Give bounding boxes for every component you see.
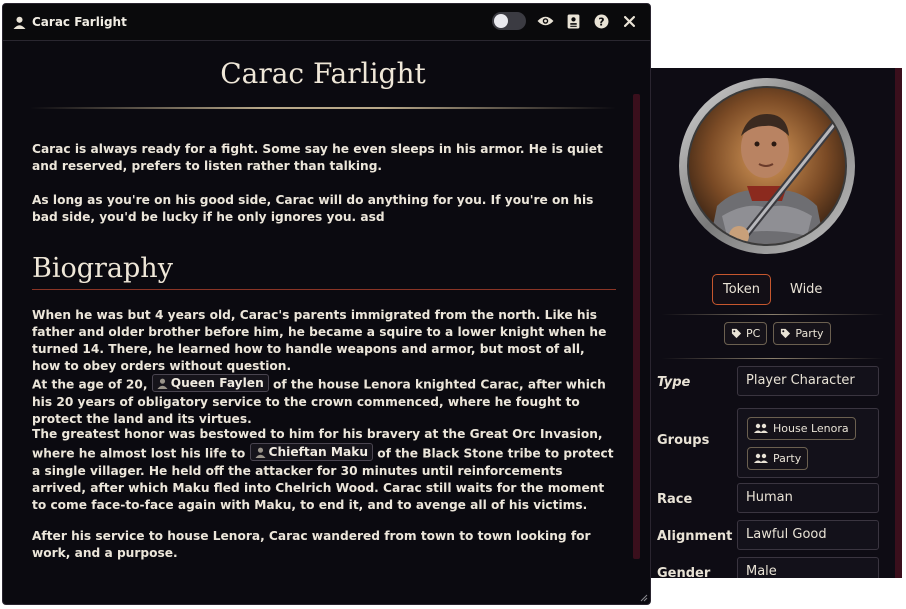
character-content: Carac Farlight Carac is always ready for… bbox=[3, 41, 643, 604]
group-chip-house-lenora[interactable]: House Lenora bbox=[747, 417, 856, 440]
tag-icon bbox=[781, 328, 791, 339]
gender-label: Gender bbox=[657, 566, 711, 578]
race-field[interactable]: Human bbox=[737, 483, 879, 513]
window-title: Carac Farlight bbox=[32, 15, 127, 29]
help-icon[interactable]: ? bbox=[592, 12, 610, 30]
type-label: Type bbox=[657, 375, 691, 390]
character-window: Carac Farlight ? Carac Farlight Carac is… bbox=[2, 3, 651, 605]
wide-view-button[interactable]: Wide bbox=[779, 274, 833, 305]
title-divider bbox=[30, 107, 616, 109]
biography-paragraph-1: When he was but 4 years old, Carac's par… bbox=[32, 308, 607, 373]
id-card-icon[interactable] bbox=[564, 12, 582, 30]
biography-heading: Biography bbox=[32, 253, 173, 284]
tag-label: Party bbox=[795, 327, 824, 340]
close-icon[interactable] bbox=[620, 12, 638, 30]
content-scrollbar[interactable] bbox=[633, 94, 640, 559]
race-label: Race bbox=[657, 492, 693, 507]
character-portrait[interactable] bbox=[677, 76, 857, 256]
mention-queen-faylen[interactable]: Queen Faylen bbox=[151, 374, 269, 392]
gender-field[interactable]: Male bbox=[737, 557, 879, 578]
biography-divider bbox=[32, 289, 616, 290]
toggle-switch[interactable] bbox=[492, 12, 526, 30]
tag-label: PC bbox=[746, 327, 761, 340]
alignment-field[interactable]: Lawful Good bbox=[737, 520, 879, 550]
eye-icon[interactable] bbox=[536, 12, 554, 30]
window-controls: ? bbox=[492, 12, 638, 30]
window-titlebar[interactable]: Carac Farlight ? bbox=[3, 4, 650, 41]
portrait-view-toggle: Token Wide bbox=[712, 274, 833, 305]
users-icon bbox=[754, 453, 768, 463]
resize-grip-icon[interactable] bbox=[638, 592, 648, 602]
users-icon bbox=[754, 423, 768, 433]
user-icon bbox=[157, 378, 168, 389]
mention-label: Chieftan Maku bbox=[268, 445, 369, 459]
tag-list: PC Party bbox=[724, 322, 831, 345]
intro-paragraph-2: As long as you're on his good side, Cara… bbox=[32, 193, 594, 224]
biography-paragraph-2: At the age of 20, Queen Faylen of the ho… bbox=[32, 374, 617, 428]
user-icon bbox=[13, 16, 26, 29]
token-view-button[interactable]: Token bbox=[712, 274, 771, 305]
groups-label: Groups bbox=[657, 433, 710, 448]
mention-chieftan-maku[interactable]: Chieftan Maku bbox=[249, 443, 374, 461]
tag-pc[interactable]: PC bbox=[724, 322, 768, 345]
user-icon bbox=[255, 447, 266, 458]
biography-paragraph-4: After his service to house Lenora, Carac… bbox=[32, 529, 591, 560]
group-chip-party[interactable]: Party bbox=[747, 447, 809, 470]
tag-party[interactable]: Party bbox=[773, 322, 831, 345]
type-field[interactable]: Player Character bbox=[737, 366, 879, 396]
mention-label: Queen Faylen bbox=[170, 376, 264, 390]
svg-text:?: ? bbox=[598, 15, 604, 28]
details-sidebar: Token Wide PC Party Type Player Characte… bbox=[650, 68, 902, 578]
biography-paragraph-3: The greatest honor was bestowed to him f… bbox=[32, 426, 617, 514]
sidebar-scrollbar[interactable] bbox=[895, 68, 902, 578]
page-title: Carac Farlight bbox=[220, 57, 426, 90]
alignment-label: Alignment bbox=[657, 529, 733, 544]
groups-field[interactable]: House Lenora Party bbox=[737, 408, 879, 478]
intro-paragraph-1: Carac is always ready for a fight. Some … bbox=[32, 142, 603, 173]
paragraph-text: At the age of 20, bbox=[32, 377, 148, 392]
toggle-knob bbox=[494, 14, 508, 28]
group-label: House Lenora bbox=[773, 422, 849, 435]
divider bbox=[662, 314, 884, 315]
tag-icon bbox=[731, 328, 742, 339]
group-label: Party bbox=[773, 452, 802, 465]
divider bbox=[662, 358, 884, 359]
